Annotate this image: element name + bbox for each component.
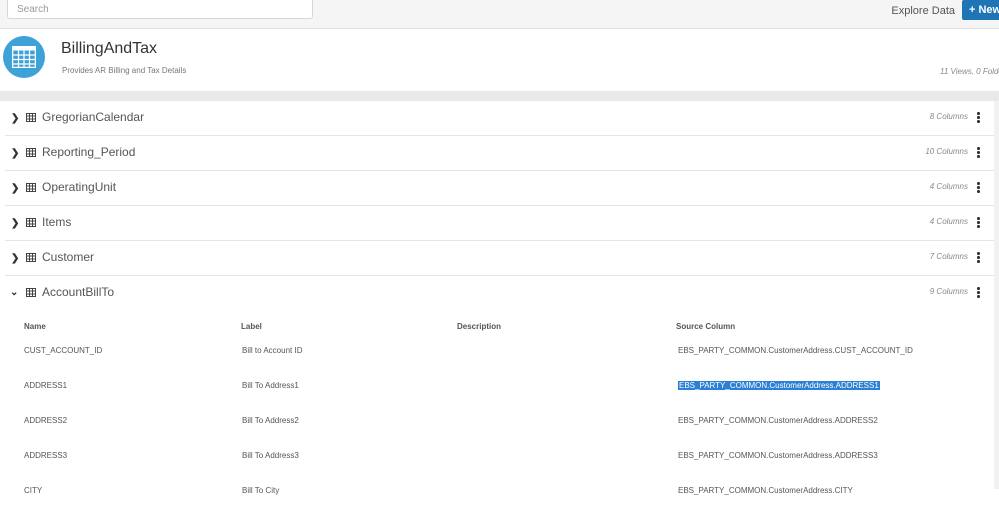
more-options-icon[interactable] [977,287,980,299]
table-name[interactable]: Customer [42,250,94,264]
column-name: CUST_ACCOUNT_ID [24,346,103,355]
table-row[interactable]: ❯ Reporting_Period 10 Columns [5,136,994,171]
more-options-icon[interactable] [977,147,980,159]
table-name[interactable]: Reporting_Period [42,145,135,159]
more-options-icon[interactable] [977,252,980,264]
table-row[interactable]: ❯ GregorianCalendar 8 Columns [5,101,994,136]
subject-area-header: BillingAndTax Provides AR Billing and Ta… [0,29,999,91]
column-count: 4 Columns [929,217,968,226]
table-name[interactable]: OperatingUnit [42,180,116,194]
table-icon [26,148,36,157]
column-label: Bill to Account ID [242,346,303,355]
more-options-icon[interactable] [977,112,980,124]
view-folder-counts: 11 Views, 0 Folders [940,67,999,76]
table-grid-logo-icon [3,36,45,78]
column-name: CITY [24,486,43,495]
column-count: 9 Columns [929,287,968,296]
table-icon [26,218,36,227]
chevron-right-icon[interactable]: ❯ [11,148,19,159]
table-icon [26,288,36,297]
table-row[interactable]: ❯ Customer 7 Columns [5,241,994,276]
table-name[interactable]: GregorianCalendar [42,110,144,124]
column-label: Bill To Address3 [242,451,299,460]
column-row[interactable]: ADDRESS2 Bill To Address2 EBS_PARTY_COMM… [5,406,994,441]
header-name: Name [24,322,46,331]
column-name: ADDRESS1 [24,381,68,390]
column-source: EBS_PARTY_COMMON.CustomerAddress.CUST_AC… [678,346,913,355]
column-row[interactable]: ADDRESS3 Bill To Address3 EBS_PARTY_COMM… [5,441,994,476]
page-title: BillingAndTax [61,40,158,57]
column-label: Bill To Address1 [242,381,299,390]
column-header-row: Name Label Description Source Column [5,310,994,336]
more-options-icon[interactable] [977,182,980,194]
table-row[interactable]: ❯ Items 4 Columns [5,206,994,241]
column-count: 8 Columns [929,112,968,121]
chevron-right-icon[interactable]: ❯ [11,218,19,229]
column-name: ADDRESS2 [24,416,68,425]
table-list: ❯ GregorianCalendar 8 Columns ❯ Reportin… [5,101,994,511]
header-description: Description [457,322,502,331]
explore-data-link[interactable]: Explore Data [891,5,955,17]
column-label: Bill To Address2 [242,416,299,425]
column-row[interactable]: CITY Bill To City EBS_PARTY_COMMON.Custo… [5,476,994,511]
more-options-icon[interactable] [977,217,980,229]
table-icon [26,113,36,122]
column-row[interactable]: CUST_ACCOUNT_ID Bill to Account ID EBS_P… [5,336,994,371]
column-count: 4 Columns [929,182,968,191]
column-label: Bill To City [242,486,280,495]
search-input[interactable]: Search [7,0,313,19]
page-subtitle: Provides AR Billing and Tax Details [62,66,187,75]
column-source: EBS_PARTY_COMMON.CustomerAddress.ADDRESS… [678,451,878,460]
top-bar: Search Explore Data + New [0,0,999,29]
header-label: Label [241,322,262,331]
table-name[interactable]: Items [42,215,71,229]
column-name: ADDRESS3 [24,451,68,460]
column-count: 7 Columns [929,252,968,261]
header-source-column: Source Column [676,322,736,331]
table-row-expanded[interactable]: ⌄ AccountBillTo 9 Columns [5,276,994,310]
section-divider [0,91,999,101]
table-icon [26,183,36,192]
column-source-selected: EBS_PARTY_COMMON.CustomerAddress.ADDRESS… [678,381,880,390]
table-name[interactable]: AccountBillTo [42,285,114,299]
chevron-right-icon[interactable]: ❯ [11,253,19,264]
column-row[interactable]: ADDRESS1 Bill To Address1 EBS_PARTY_COMM… [5,371,994,406]
table-row[interactable]: ❯ OperatingUnit 4 Columns [5,171,994,206]
column-count: 10 Columns [925,147,968,156]
chevron-down-icon[interactable]: ⌄ [10,287,18,298]
column-source: EBS_PARTY_COMMON.CustomerAddress.CITY [678,486,853,495]
new-button[interactable]: + New [962,0,999,20]
column-source: EBS_PARTY_COMMON.CustomerAddress.ADDRESS… [678,416,878,425]
table-icon [26,253,36,262]
vertical-scrollbar[interactable] [994,101,999,489]
chevron-right-icon[interactable]: ❯ [11,183,19,194]
chevron-right-icon[interactable]: ❯ [11,113,19,124]
